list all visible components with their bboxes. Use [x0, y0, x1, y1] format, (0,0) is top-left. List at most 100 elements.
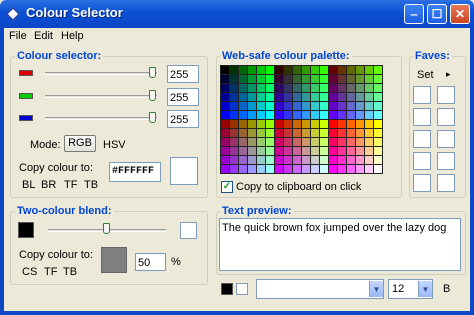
minimize-button[interactable]: ‒: [404, 4, 424, 24]
palette-cell[interactable]: [266, 111, 274, 119]
palette-cell[interactable]: [293, 138, 301, 146]
red-value-input[interactable]: 255: [167, 65, 199, 83]
palette-cell[interactable]: [239, 156, 247, 164]
palette-cell[interactable]: [320, 84, 328, 92]
palette-cell[interactable]: [329, 156, 337, 164]
palette-cell[interactable]: [347, 156, 355, 164]
mode-rgb-button[interactable]: RGB: [64, 135, 96, 152]
palette-cell[interactable]: [239, 129, 247, 137]
palette-cell[interactable]: [293, 93, 301, 101]
palette-cell[interactable]: [302, 84, 310, 92]
palette-cell[interactable]: [338, 66, 346, 74]
palette-cell[interactable]: [248, 111, 256, 119]
palette-cell[interactable]: [338, 102, 346, 110]
palette-cell[interactable]: [365, 156, 373, 164]
blue-slider-thumb[interactable]: [149, 112, 156, 123]
palette-cell[interactable]: [275, 102, 283, 110]
palette-cell[interactable]: [374, 102, 382, 110]
green-value-input[interactable]: 255: [167, 88, 199, 106]
palette-cell[interactable]: [365, 84, 373, 92]
palette-cell[interactable]: [257, 120, 265, 128]
palette-cell[interactable]: [293, 75, 301, 83]
palette-cell[interactable]: [221, 66, 229, 74]
palette-cell[interactable]: [311, 93, 319, 101]
palette-cell[interactable]: [302, 102, 310, 110]
palette-cell[interactable]: [248, 147, 256, 155]
palette-cell[interactable]: [365, 147, 373, 155]
palette-cell[interactable]: [320, 75, 328, 83]
blend-right-colour[interactable]: [180, 222, 197, 239]
palette-cell[interactable]: [275, 66, 283, 74]
palette-cell[interactable]: [239, 165, 247, 173]
maximize-button[interactable]: ☐: [427, 4, 447, 24]
palette-cell[interactable]: [239, 120, 247, 128]
fave-slot[interactable]: [413, 108, 431, 126]
fave-slot[interactable]: [437, 174, 455, 192]
palette-cell[interactable]: [266, 120, 274, 128]
fave-slot[interactable]: [413, 174, 431, 192]
palette-cell[interactable]: [248, 138, 256, 146]
palette-cell[interactable]: [239, 138, 247, 146]
palette-cell[interactable]: [302, 93, 310, 101]
palette-cell[interactable]: [374, 147, 382, 155]
palette-cell[interactable]: [347, 111, 355, 119]
palette-cell[interactable]: [284, 84, 292, 92]
palette-cell[interactable]: [329, 147, 337, 155]
palette-cell[interactable]: [329, 165, 337, 173]
palette-cell[interactable]: [248, 156, 256, 164]
palette-cell[interactable]: [221, 147, 229, 155]
palette-cell[interactable]: [275, 120, 283, 128]
palette-cell[interactable]: [365, 75, 373, 83]
palette-cell[interactable]: [302, 138, 310, 146]
palette-cell[interactable]: [356, 129, 364, 137]
palette-cell[interactable]: [311, 165, 319, 173]
font-select[interactable]: [256, 279, 384, 299]
palette-cell[interactable]: [356, 75, 364, 83]
copy-to-br-button[interactable]: BR: [41, 179, 56, 191]
palette-cell[interactable]: [329, 120, 337, 128]
palette-cell[interactable]: [221, 165, 229, 173]
green-slider-track[interactable]: [45, 95, 157, 98]
palette-cell[interactable]: [329, 93, 337, 101]
palette-cell[interactable]: [266, 156, 274, 164]
palette-cell[interactable]: [329, 102, 337, 110]
palette-cell[interactable]: [293, 120, 301, 128]
palette-cell[interactable]: [347, 102, 355, 110]
palette-cell[interactable]: [239, 111, 247, 119]
palette-cell[interactable]: [293, 111, 301, 119]
palette-cell[interactable]: [374, 129, 382, 137]
palette-cell[interactable]: [239, 93, 247, 101]
palette-cell[interactable]: [293, 102, 301, 110]
palette-cell[interactable]: [356, 138, 364, 146]
palette-cell[interactable]: [320, 156, 328, 164]
palette-cell[interactable]: [266, 93, 274, 101]
palette-cell[interactable]: [275, 93, 283, 101]
palette-cell[interactable]: [311, 111, 319, 119]
palette-cell[interactable]: [230, 138, 238, 146]
palette-cell[interactable]: [347, 129, 355, 137]
palette-cell[interactable]: [320, 147, 328, 155]
blend-copy-to-tb-button[interactable]: TB: [63, 266, 77, 278]
palette-cell[interactable]: [239, 75, 247, 83]
palette-cell[interactable]: [221, 111, 229, 119]
palette-cell[interactable]: [230, 156, 238, 164]
palette-cell[interactable]: [248, 93, 256, 101]
palette-cell[interactable]: [248, 129, 256, 137]
palette-cell[interactable]: [284, 129, 292, 137]
copy-to-clipboard-checkbox[interactable]: ✓: [221, 181, 233, 193]
text-preview-area[interactable]: The quick brown fox jumped over the lazy…: [219, 218, 461, 271]
preview-fg-colour[interactable]: [221, 283, 233, 295]
palette-cell[interactable]: [347, 165, 355, 173]
palette-cell[interactable]: [374, 120, 382, 128]
palette-cell[interactable]: [284, 120, 292, 128]
palette-cell[interactable]: [302, 111, 310, 119]
palette-cell[interactable]: [284, 111, 292, 119]
palette-cell[interactable]: [329, 66, 337, 74]
blend-copy-to-tf-button[interactable]: TF: [44, 266, 57, 278]
palette-cell[interactable]: [302, 129, 310, 137]
palette-cell[interactable]: [230, 66, 238, 74]
palette-cell[interactable]: [257, 138, 265, 146]
palette-cell[interactable]: [248, 165, 256, 173]
palette-cell[interactable]: [257, 75, 265, 83]
palette-cell[interactable]: [302, 147, 310, 155]
